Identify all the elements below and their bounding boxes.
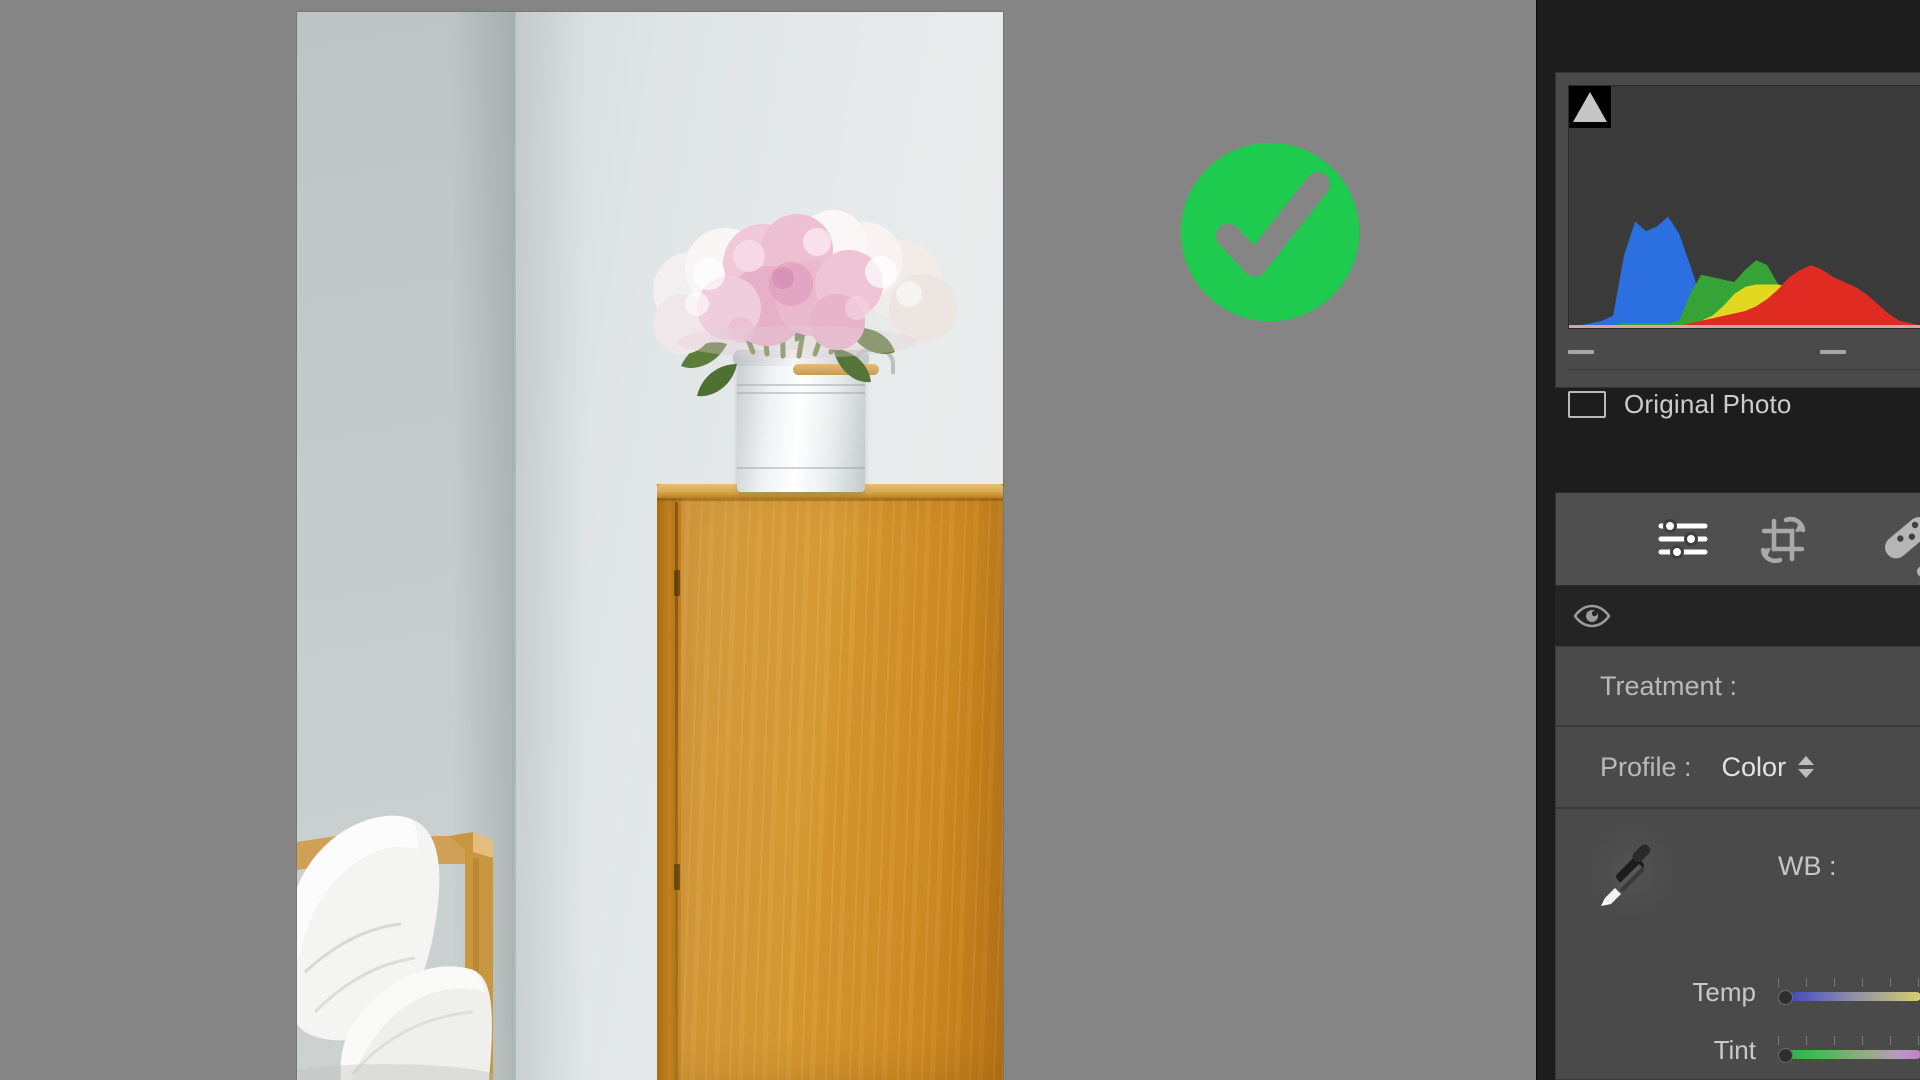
eye-icon xyxy=(1573,604,1611,628)
histogram-baseline xyxy=(1569,325,1920,328)
tint-slider[interactable] xyxy=(1778,1035,1920,1066)
tint-slider-row[interactable]: Tint xyxy=(1556,1035,1920,1066)
stepper-up-down-icon[interactable] xyxy=(1798,756,1815,778)
original-photo-row[interactable]: Original Photo xyxy=(1568,373,1920,435)
edit-sliders-button[interactable] xyxy=(1658,493,1708,585)
canvas-area[interactable] xyxy=(0,0,1528,1080)
tint-label: Tint xyxy=(1713,1035,1756,1065)
healing-brush-icon xyxy=(1885,517,1920,559)
photo-editor-window: Original Photo Treatment: Profile: Col… xyxy=(0,0,1920,1080)
metadata-left-value xyxy=(1568,350,1594,354)
shadow-clipping-indicator[interactable] xyxy=(1569,86,1611,128)
histogram-metadata xyxy=(1568,335,1920,369)
profile-value: Color xyxy=(1721,751,1787,782)
rectangle-icon xyxy=(1568,390,1606,418)
original-photo-label: Original Photo xyxy=(1624,388,1792,419)
photo-preview[interactable] xyxy=(297,12,1003,1080)
tint-slider-track[interactable] xyxy=(1778,1049,1920,1059)
white-balance-row: WB : Temp Tint xyxy=(1555,808,1920,1080)
profile-label: Profile : xyxy=(1600,751,1692,782)
healing-brush-button[interactable] xyxy=(1852,493,1920,585)
edit-sliders-icon xyxy=(1658,519,1708,559)
eyedropper-icon xyxy=(1601,844,1651,906)
treatment-label: Treatment : xyxy=(1600,670,1738,701)
crop-rotate-button[interactable] xyxy=(1758,493,1808,585)
temp-slider[interactable] xyxy=(1778,977,1920,1008)
treatment-row[interactable]: Treatment : xyxy=(1555,646,1920,726)
shadow-clipping-triangle-icon xyxy=(1573,92,1607,122)
eyedropper-button[interactable] xyxy=(1584,823,1680,919)
temp-slider-knob[interactable] xyxy=(1778,989,1793,1005)
metadata-right-value xyxy=(1820,350,1846,354)
tint-slider-knob[interactable] xyxy=(1778,1047,1793,1063)
preview-visibility-row[interactable] xyxy=(1555,586,1920,646)
temp-label: Temp xyxy=(1692,977,1756,1007)
check-circle-icon xyxy=(1180,142,1360,322)
success-check-overlay xyxy=(1175,137,1365,327)
right-side-panel: Original Photo Treatment: Profile: Col… xyxy=(1536,0,1920,1080)
temp-slider-track[interactable] xyxy=(1778,991,1920,1001)
tool-mode-toolbar xyxy=(1555,492,1920,586)
tint-slider-ticks xyxy=(1778,1035,1920,1045)
histogram-chart xyxy=(1569,216,1920,328)
histogram-plot[interactable] xyxy=(1568,85,1920,329)
panel-divider xyxy=(1568,369,1920,370)
temp-slider-row[interactable]: Temp xyxy=(1556,977,1920,1008)
crop-rotate-icon xyxy=(1760,516,1806,563)
photo-image xyxy=(297,12,1003,1080)
peony-bouquet xyxy=(653,210,957,358)
profile-row[interactable]: Profile : Color xyxy=(1555,726,1920,808)
temp-slider-ticks xyxy=(1778,977,1920,987)
wb-label: WB : xyxy=(1778,851,1837,881)
histogram-panel: Original Photo xyxy=(1555,72,1920,419)
